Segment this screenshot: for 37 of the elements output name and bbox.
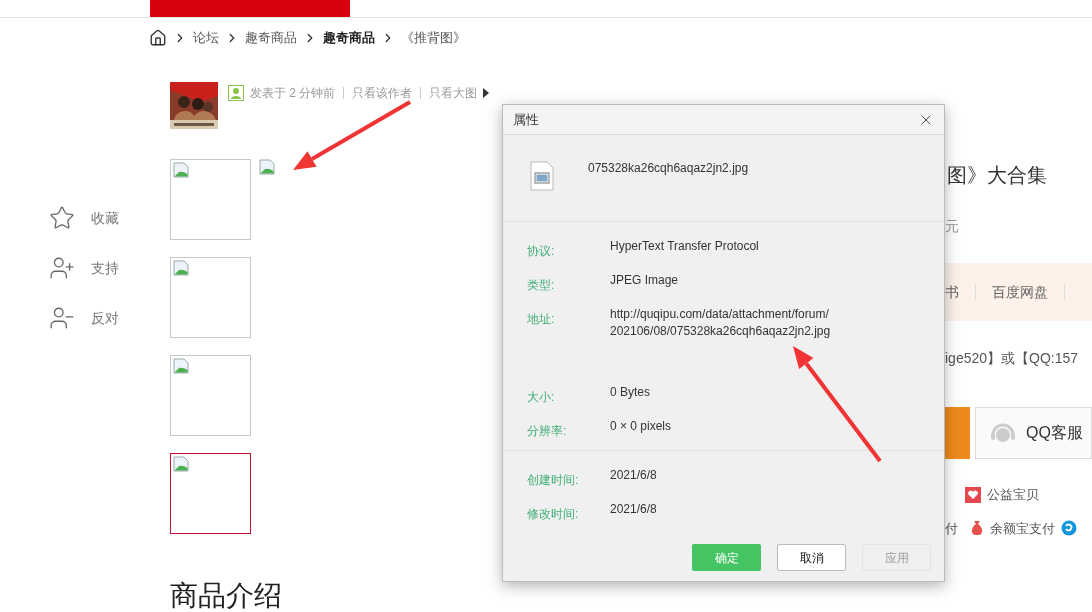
- contact-text: ige520】或【QQ:157: [945, 349, 1080, 368]
- property-value: 0 Bytes: [610, 384, 651, 401]
- action-button[interactable]: 支持: [49, 255, 170, 281]
- price-unit: 元: [945, 217, 960, 236]
- badge-label: 公益宝贝: [987, 486, 1039, 504]
- property-value: JPEG Image: [610, 272, 679, 289]
- property-label: 协议:: [527, 243, 556, 260]
- filter-link[interactable]: 只看大图: [429, 84, 478, 102]
- dialog-title: 属性: [513, 110, 539, 129]
- property-label: 大小:: [527, 389, 556, 406]
- format-link[interactable]: 百度网盘: [992, 281, 1048, 303]
- product-title: 图》大合集: [946, 163, 1048, 188]
- payment-label: 付: [945, 519, 958, 538]
- property-value: http://quqipu.com/data/attachment/forum/ 202106/08/075328ka26cqh6aqaz2jn2.jpg: [610, 306, 831, 340]
- property-value: 0 × 0 pixels: [610, 418, 672, 435]
- action-button[interactable]: 反对: [49, 305, 170, 331]
- property-label: 类型:: [527, 277, 556, 294]
- property-value: 2021/6/8: [610, 501, 657, 518]
- property-value: HyperText Transfer Protocol: [610, 238, 759, 255]
- property-label: 分辨率:: [527, 423, 568, 440]
- property-label: 创建时间:: [527, 472, 580, 489]
- post-time: 发表于 2 分钟前: [250, 85, 336, 102]
- property-label: 修改时间:: [527, 506, 580, 523]
- action-button[interactable]: 收藏: [49, 205, 170, 231]
- breadcrumb-link[interactable]: 趣奇商品: [245, 28, 297, 48]
- breadcrumb-link[interactable]: 论坛: [193, 28, 219, 48]
- property-value: 2021/6/8: [610, 467, 657, 484]
- breadcrumb-link[interactable]: 《推背图》: [401, 28, 466, 48]
- breadcrumb-link[interactable]: 趣奇商品: [323, 28, 375, 48]
- file-name: 075328ka26cqh6aqaz2jn2.jpg: [588, 160, 749, 177]
- property-label: 地址:: [527, 311, 556, 328]
- filter-link[interactable]: 只看该作者: [352, 84, 413, 102]
- format-link[interactable]: 书: [945, 281, 959, 303]
- service-button[interactable]: QQ客服: [975, 407, 1092, 459]
- dialog-button[interactable]: 取消: [777, 544, 846, 571]
- payment-label: 余额宝支付: [990, 519, 1055, 538]
- section-heading: 商品介绍: [170, 580, 283, 612]
